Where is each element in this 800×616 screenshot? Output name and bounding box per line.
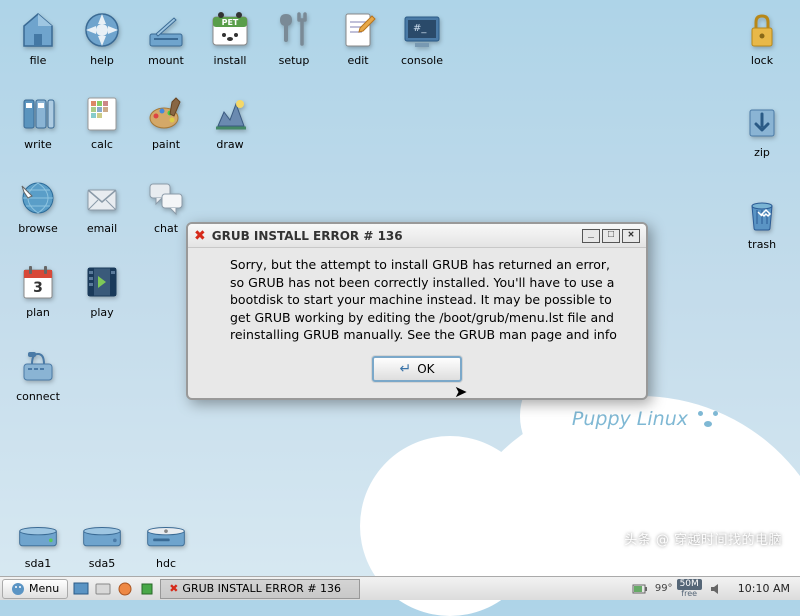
error-dialog: ✖ GRUB INSTALL ERROR # 136 _ □ ✕ Sorry, …	[186, 222, 648, 400]
show-desktop-icon[interactable]	[71, 579, 91, 599]
setup-icon[interactable]: setup	[264, 8, 324, 86]
taskbar-app1-icon[interactable]	[93, 579, 113, 599]
menu-button[interactable]: Menu	[2, 579, 68, 599]
drive-sda1-icon[interactable]: sda1	[8, 511, 68, 570]
tray-battery-icon[interactable]	[630, 579, 650, 599]
email-icon[interactable]: email	[72, 176, 132, 254]
dialog-icon: ✖	[194, 228, 206, 244]
dialog-body: Sorry, but the attempt to install GRUB h…	[188, 248, 646, 356]
brand-text: Puppy Linux	[572, 408, 688, 430]
play-icon[interactable]: play	[72, 260, 132, 338]
minimize-button[interactable]: _	[582, 229, 600, 243]
drives-row: sda1 sda5 hdc	[8, 511, 196, 570]
connect-icon[interactable]: connect	[8, 344, 68, 422]
paint-icon[interactable]: paint	[136, 92, 196, 170]
task-x-icon: ✖	[169, 582, 178, 595]
dialog-title: GRUB INSTALL ERROR # 136	[212, 229, 403, 243]
calc-icon[interactable]: calc	[72, 92, 132, 170]
console-icon[interactable]: #_console	[392, 8, 452, 86]
tray-volume-icon[interactable]	[707, 579, 727, 599]
mount-icon[interactable]: mount	[136, 8, 196, 86]
tray-temp: 99°	[655, 583, 673, 594]
drive-hdc-icon[interactable]: hdc	[136, 511, 196, 570]
return-icon: ↵	[399, 361, 411, 377]
maximize-button[interactable]: □	[602, 229, 620, 243]
clock: 10:10 AM	[732, 582, 796, 595]
lock-icon[interactable]: lock	[732, 8, 792, 92]
watermark-text: 头条 @ 穿越时间找的电脑	[624, 529, 782, 548]
taskbar-app3-icon[interactable]	[137, 579, 157, 599]
taskbar-window-button[interactable]: ✖ GRUB INSTALL ERROR # 136	[160, 579, 360, 599]
menu-icon	[11, 582, 25, 596]
dialog-titlebar[interactable]: ✖ GRUB INSTALL ERROR # 136 _ □ ✕	[188, 224, 646, 248]
plan-icon[interactable]: 3plan	[8, 260, 68, 338]
taskbar: Menu ✖ GRUB INSTALL ERROR # 136 99° 50M …	[0, 576, 800, 600]
write-icon[interactable]: write	[8, 92, 68, 170]
draw-icon[interactable]: draw	[200, 92, 260, 170]
taskbar-app2-icon[interactable]	[115, 579, 135, 599]
help-icon[interactable]: help	[72, 8, 132, 86]
trash-icon[interactable]: trash	[732, 192, 792, 276]
svg-text:3: 3	[33, 280, 43, 296]
ok-button[interactable]: ↵OK	[372, 356, 462, 382]
system-tray: 99° 50M free 10:10 AM	[625, 577, 800, 600]
close-button[interactable]: ✕	[622, 229, 640, 243]
svg-text:PET: PET	[222, 18, 239, 27]
file-icon[interactable]: file	[8, 8, 68, 86]
browse-icon[interactable]: browse	[8, 176, 68, 254]
desktop-icons-right: lock zip trash	[732, 8, 792, 276]
svg-text:#_: #_	[413, 23, 427, 34]
edit-icon[interactable]: edit	[328, 8, 388, 86]
zip-icon[interactable]: zip	[732, 100, 792, 184]
puppy-logo-icon	[696, 409, 720, 429]
install-icon[interactable]: PETinstall	[200, 8, 260, 86]
drive-sda5-icon[interactable]: sda5	[72, 511, 132, 570]
